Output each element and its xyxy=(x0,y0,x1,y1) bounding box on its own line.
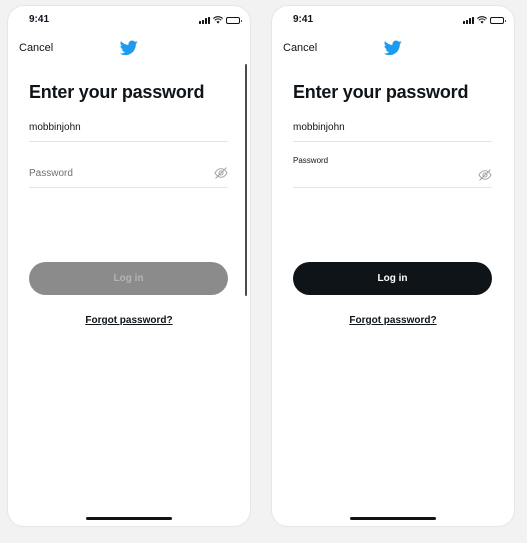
scrollbar[interactable] xyxy=(245,64,247,296)
username-value: mobbinjohn xyxy=(29,122,81,133)
screens-canvas: 9:41 Cancel Enter your password mobbinjo… xyxy=(0,0,527,543)
eye-off-icon[interactable] xyxy=(478,169,492,181)
login-button[interactable]: Log in xyxy=(29,262,228,295)
wifi-icon xyxy=(213,16,223,24)
page-title: Enter your password xyxy=(29,82,205,102)
cellular-signal-icon xyxy=(463,16,474,24)
eye-off-icon[interactable] xyxy=(214,167,228,179)
cellular-signal-icon xyxy=(199,16,210,24)
password-field[interactable]: Password xyxy=(29,156,228,188)
login-button[interactable]: Log in xyxy=(293,262,492,295)
password-field[interactable]: Password xyxy=(293,156,492,188)
battery-icon xyxy=(490,16,506,24)
forgot-password-link[interactable]: Forgot password? xyxy=(272,315,514,326)
password-label: Password xyxy=(293,156,329,165)
cancel-button[interactable]: Cancel xyxy=(283,42,317,54)
status-bar: 9:41 xyxy=(8,14,250,28)
twitter-bird-icon xyxy=(120,40,138,56)
twitter-bird-icon xyxy=(384,40,402,56)
phone-screen-password-empty: 9:41 Cancel Enter your password mobbinjo… xyxy=(8,6,250,526)
username-field[interactable]: mobbinjohn xyxy=(29,114,228,142)
status-icons xyxy=(199,16,242,24)
cancel-button[interactable]: Cancel xyxy=(19,42,53,54)
home-indicator xyxy=(86,517,172,520)
username-value: mobbinjohn xyxy=(293,122,345,133)
status-bar: 9:41 xyxy=(272,14,514,28)
forgot-password-link[interactable]: Forgot password? xyxy=(8,315,250,326)
status-time: 9:41 xyxy=(293,14,314,25)
status-time: 9:41 xyxy=(29,14,50,25)
wifi-icon xyxy=(477,16,487,24)
password-placeholder: Password xyxy=(29,168,73,179)
status-icons xyxy=(463,16,506,24)
home-indicator xyxy=(350,517,436,520)
phone-screen-password-entered: 9:41 Cancel Enter your password mobbinjo… xyxy=(272,6,514,526)
battery-icon xyxy=(226,16,242,24)
username-field[interactable]: mobbinjohn xyxy=(293,114,492,142)
page-title: Enter your password xyxy=(293,82,469,102)
